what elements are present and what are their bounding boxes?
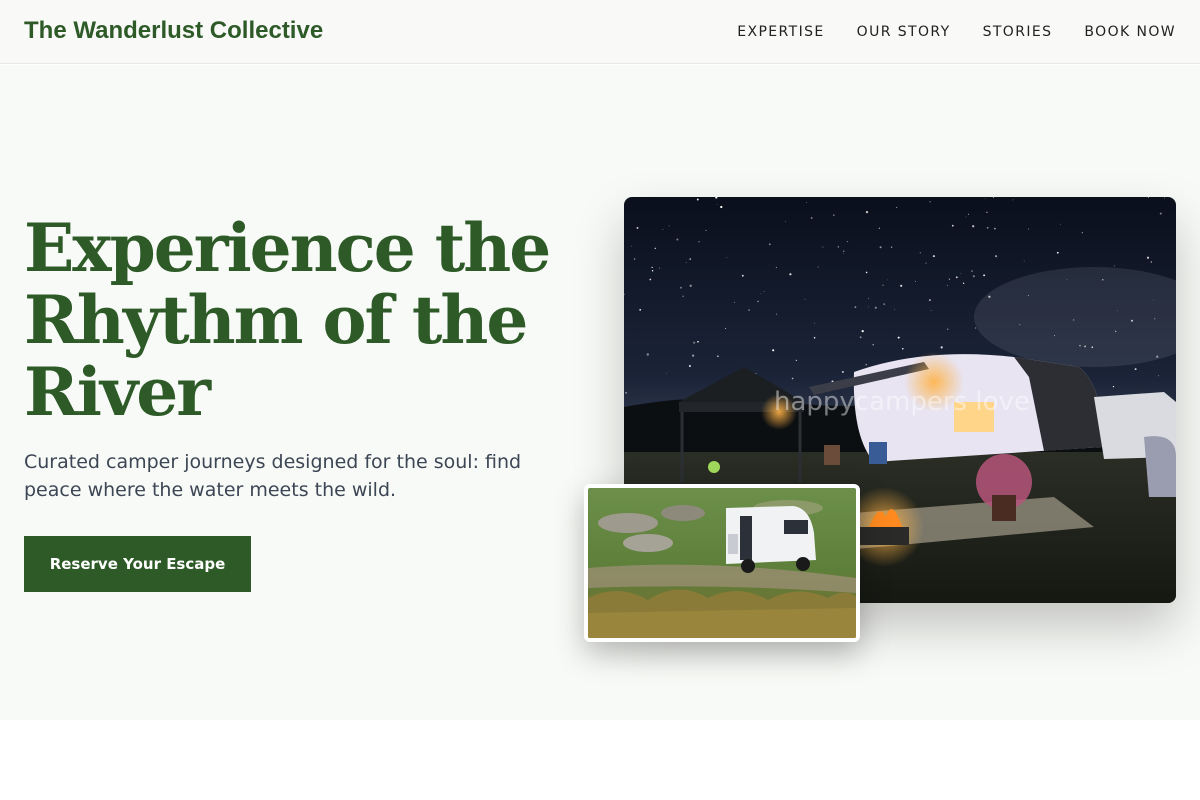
main-nav: EXPERTISE OUR STORY STORIES BOOK NOW — [737, 20, 1176, 44]
hero-subhead: Curated camper journeys designed for the… — [24, 451, 522, 501]
nav-link-stories[interactable]: STORIES — [983, 20, 1053, 44]
camper-van-photo — [584, 484, 860, 642]
hero-section: Experience the Rhythm of the River Curat… — [0, 65, 1200, 720]
nav-link-our-story[interactable]: OUR STORY — [857, 20, 951, 44]
hero-headline: Experience the Rhythm of the River — [24, 209, 551, 431]
site-header: The Wanderlust Collective EXPERTISE OUR … — [0, 0, 1200, 64]
nav-link-expertise[interactable]: EXPERTISE — [737, 20, 824, 44]
reserve-escape-button[interactable]: Reserve Your Escape — [24, 536, 251, 592]
nav-link-book-now[interactable]: BOOK NOW — [1084, 20, 1176, 44]
brand-logo[interactable]: The Wanderlust Collective — [24, 14, 323, 48]
